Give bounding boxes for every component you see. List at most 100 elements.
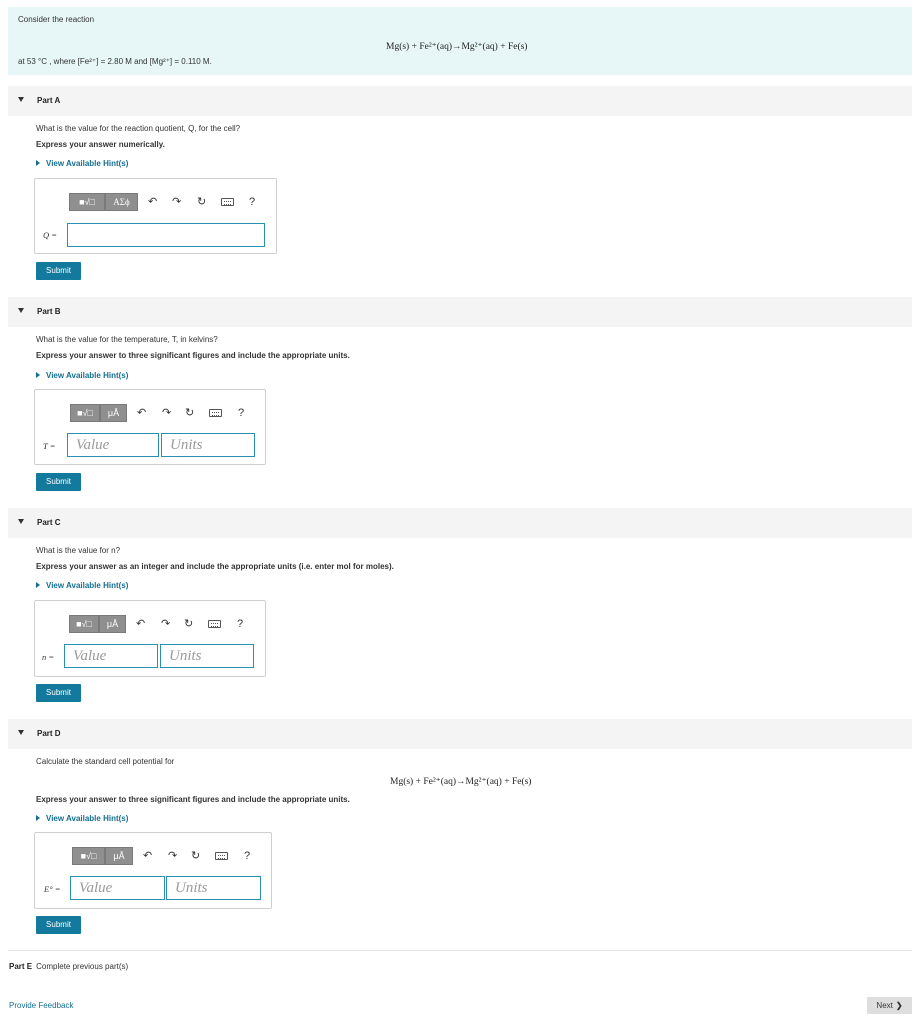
provide-feedback-link[interactable]: Provide Feedback — [9, 1001, 73, 1010]
hint-label: View Available Hint(s) — [46, 581, 129, 590]
templates-button[interactable]: ■√□ — [72, 847, 105, 865]
intro-text: Consider the reaction — [18, 15, 95, 24]
units-label: μÅ — [113, 851, 125, 861]
q-input[interactable] — [67, 223, 265, 247]
reaction-conditions: at 53 °C , where [Fe²⁺] = 2.80 M and [Mg… — [18, 57, 212, 66]
collapse-caret-icon — [18, 308, 24, 313]
keyboard-icon[interactable] — [215, 852, 228, 860]
undo-icon[interactable]: ↶ — [136, 618, 145, 630]
keyboard-icon[interactable] — [221, 198, 234, 206]
units-label: μÅ — [107, 408, 120, 418]
redo-icon[interactable]: ↷ — [172, 196, 181, 208]
templates-button[interactable]: ■√□ — [69, 193, 105, 211]
part-e-title: Part E — [9, 962, 33, 971]
part-d-title: Part D — [37, 729, 61, 738]
part-d-submit-button[interactable]: Submit — [36, 916, 81, 934]
part-a-answer-box: ■√□ AΣϕ ↶ ↷ ↻ ? Q = — [34, 178, 277, 254]
chevron-right-icon: ❯ — [895, 1001, 903, 1010]
undo-icon[interactable]: ↶ — [143, 850, 152, 862]
q-label: Q = — [43, 230, 57, 240]
t-label: T = — [43, 441, 56, 451]
help-icon[interactable]: ? — [237, 618, 243, 630]
n-units-input[interactable]: Units — [160, 644, 254, 668]
part-c-instruction: Express your answer as an integer and in… — [36, 562, 394, 571]
expand-triangle-icon — [36, 582, 40, 588]
t-units-input[interactable]: Units — [161, 433, 255, 457]
hint-label: View Available Hint(s) — [46, 814, 129, 823]
reaction-equation: Mg(s) + Fe²⁺(aq)→Mg²⁺(aq) + Fe(s) — [386, 42, 528, 52]
templates-button[interactable]: ■√□ — [70, 404, 100, 422]
part-c-hint-toggle[interactable]: View Available Hint(s) — [36, 581, 128, 590]
part-a-question: What is the value for the reaction quoti… — [36, 124, 241, 133]
part-e-row: Part E Complete previous part(s) — [9, 962, 128, 971]
collapse-caret-icon — [18, 97, 24, 102]
problem-intro: Consider the reaction Mg(s) + Fe²⁺(aq)→M… — [8, 7, 912, 75]
redo-icon[interactable]: ↷ — [161, 618, 170, 630]
part-a-header[interactable]: Part A — [8, 86, 912, 116]
undo-icon[interactable]: ↶ — [137, 407, 146, 419]
units-button[interactable]: μÅ — [105, 847, 133, 865]
units-button[interactable]: μÅ — [100, 404, 127, 422]
redo-icon[interactable]: ↷ — [168, 850, 177, 862]
templates-button[interactable]: ■√□ — [69, 615, 99, 633]
part-a-title: Part A — [37, 96, 61, 105]
greek-symbols-button[interactable]: AΣϕ — [105, 193, 138, 211]
part-c-answer-box: ■√□ μÅ ↶ ↷ ↻ ? n = Value Units — [34, 600, 266, 677]
part-d-instruction: Express your answer to three significant… — [36, 795, 350, 804]
part-b-hint-toggle[interactable]: View Available Hint(s) — [36, 371, 128, 380]
part-a-instruction: Express your answer numerically. — [36, 140, 165, 149]
part-c-submit-button[interactable]: Submit — [36, 684, 81, 702]
part-d-equation: Mg(s) + Fe²⁺(aq)→Mg²⁺(aq) + Fe(s) — [390, 777, 532, 787]
keyboard-icon[interactable] — [208, 620, 221, 628]
help-icon[interactable]: ? — [244, 850, 250, 862]
reset-icon[interactable]: ↻ — [185, 407, 194, 419]
templates-icon: ■√□ — [80, 851, 97, 861]
hint-label: View Available Hint(s) — [46, 159, 129, 168]
reset-icon[interactable]: ↻ — [191, 850, 200, 862]
help-icon[interactable]: ? — [249, 196, 255, 208]
next-button[interactable]: Next ❯ — [867, 997, 912, 1014]
part-e-status: Complete previous part(s) — [36, 962, 129, 971]
part-d-hint-toggle[interactable]: View Available Hint(s) — [36, 814, 128, 823]
reset-icon[interactable]: ↻ — [197, 196, 206, 208]
part-a-hint-toggle[interactable]: View Available Hint(s) — [36, 159, 128, 168]
part-b-answer-box: ■√□ μÅ ↶ ↷ ↻ ? T = Value Units — [34, 389, 266, 465]
templates-icon: ■√□ — [76, 619, 92, 629]
n-value-input[interactable]: Value — [64, 644, 158, 668]
t-value-input[interactable]: Value — [67, 433, 159, 457]
next-label: Next — [876, 1001, 893, 1010]
collapse-caret-icon — [18, 519, 24, 524]
templates-icon: ■√□ — [77, 408, 93, 418]
part-d-header[interactable]: Part D — [8, 719, 912, 749]
units-label: μÅ — [106, 619, 119, 629]
part-a-submit-button[interactable]: Submit — [36, 262, 81, 280]
part-b-instruction: Express your answer to three significant… — [36, 351, 350, 360]
part-c-header[interactable]: Part C — [8, 508, 912, 538]
collapse-caret-icon — [18, 730, 24, 735]
redo-icon[interactable]: ↷ — [162, 407, 171, 419]
expand-triangle-icon — [36, 815, 40, 821]
units-button[interactable]: μÅ — [99, 615, 126, 633]
greek-label: AΣϕ — [113, 197, 130, 207]
expand-triangle-icon — [36, 372, 40, 378]
part-b-title: Part B — [37, 307, 61, 316]
hint-label: View Available Hint(s) — [46, 371, 129, 380]
keyboard-icon[interactable] — [209, 409, 222, 417]
part-c-question: What is the value for n? — [36, 546, 121, 555]
expand-triangle-icon — [36, 160, 40, 166]
e-units-input[interactable]: Units — [166, 876, 261, 900]
templates-icon: ■√□ — [79, 197, 95, 207]
n-label: n = — [42, 652, 55, 662]
part-b-question: What is the value for the temperature, T… — [36, 335, 218, 344]
e-value-input[interactable]: Value — [70, 876, 165, 900]
divider — [8, 950, 912, 951]
part-b-header[interactable]: Part B — [8, 297, 912, 327]
part-b-submit-button[interactable]: Submit — [36, 473, 81, 491]
e-label: E° = — [44, 884, 61, 894]
help-icon[interactable]: ? — [238, 407, 244, 419]
part-c-title: Part C — [37, 518, 61, 527]
undo-icon[interactable]: ↶ — [148, 196, 157, 208]
part-d-question: Calculate the standard cell potential fo… — [36, 757, 175, 766]
part-d-answer-box: ■√□ μÅ ↶ ↷ ↻ ? E° = Value Units — [34, 832, 272, 909]
reset-icon[interactable]: ↻ — [184, 618, 193, 630]
